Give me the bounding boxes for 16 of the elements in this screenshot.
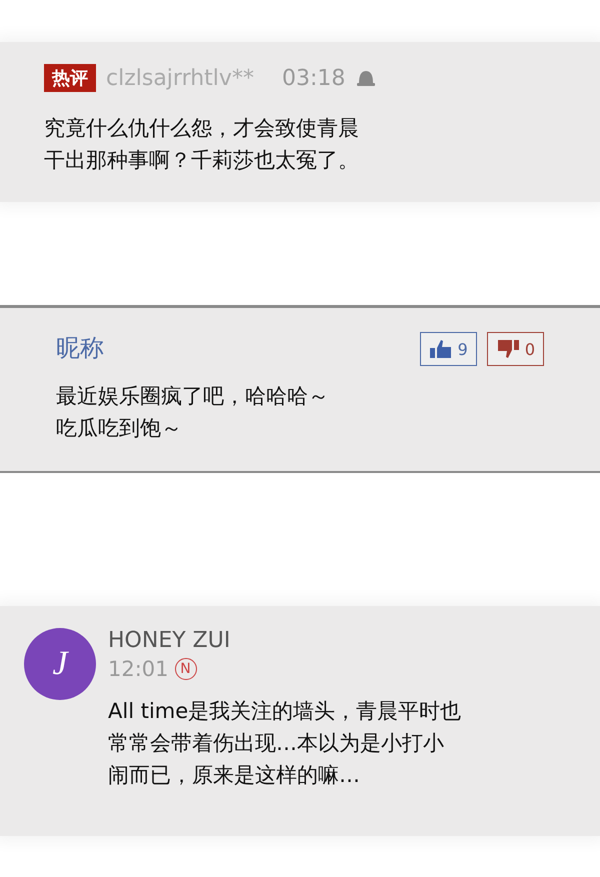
comment-text: All time是我关注的墙头，青晨平时也常常会带着伤出现…本以为是小打小闹而已，原来是这样的嘛… xyxy=(108,698,462,789)
like-button[interactable]: 9 xyxy=(420,332,477,366)
dislike-button[interactable]: 0 xyxy=(486,332,544,366)
username: HONEY ZUI xyxy=(108,628,230,653)
thumbs-up-icon xyxy=(428,339,453,359)
bell-icon xyxy=(355,68,378,88)
comment-text: 究竟什么仇什么怨，才会致使青晨干出那种事啊？千莉莎也太冤了。 xyxy=(44,115,360,174)
username: clzlsajrrhtlv** xyxy=(106,66,254,90)
avatar: J xyxy=(24,628,96,700)
comment-text: 最近娱乐圈疯了吧，哈哈哈～吃瓜吃到饱～ xyxy=(56,383,330,442)
thumbs-down-icon xyxy=(496,339,520,359)
new-mark: N xyxy=(174,658,197,680)
username: 昵称 xyxy=(56,333,104,364)
comment-time: 12:01 xyxy=(108,657,169,681)
comment-time: 03:18 xyxy=(282,66,346,90)
hot-badge: 热评 xyxy=(44,64,96,92)
